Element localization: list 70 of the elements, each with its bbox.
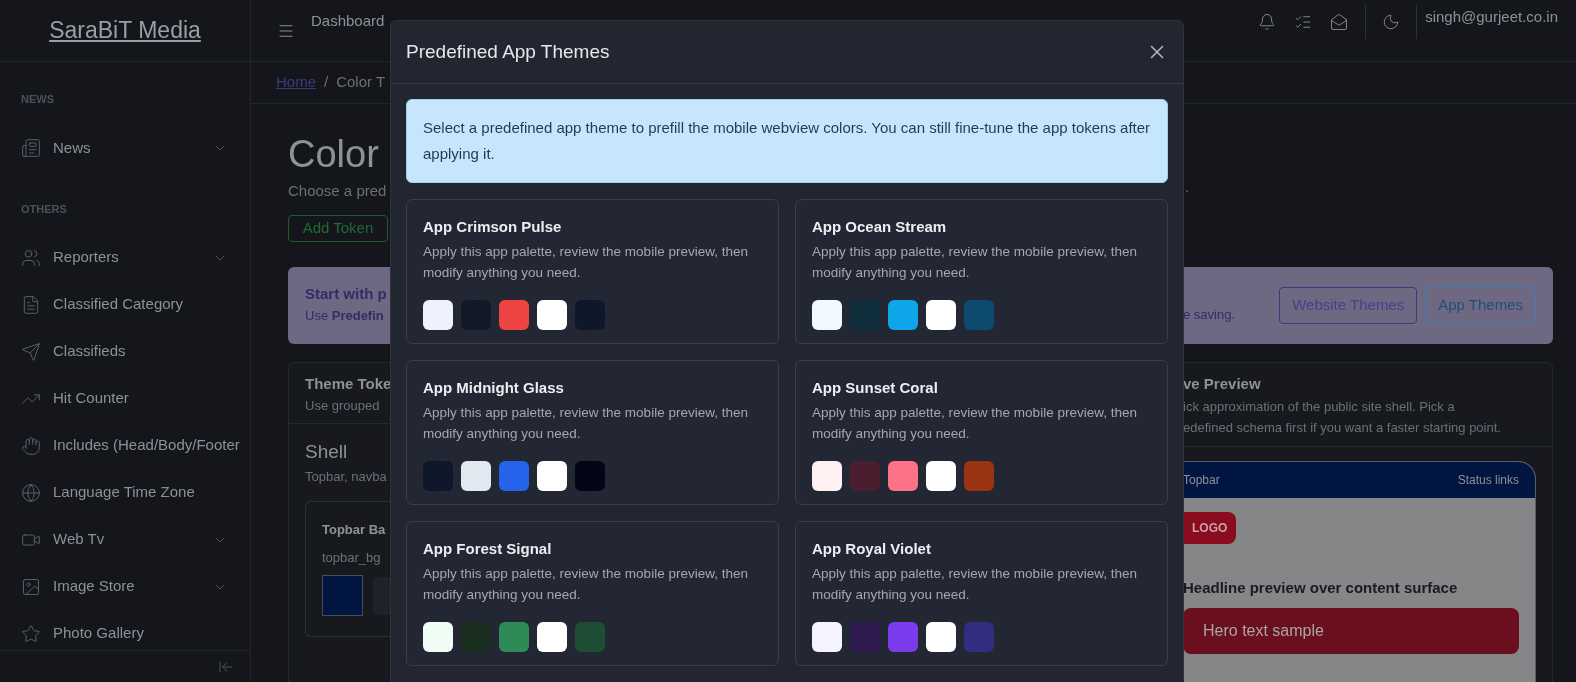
hand-icon: [21, 435, 41, 456]
sidebar-item[interactable]: Web Tv: [53, 528, 212, 551]
theme-description: Apply this app palette, review the mobile preview, then modify anything you need.: [812, 403, 1138, 443]
nav-link[interactable]: Dashboard: [311, 10, 385, 33]
token-key: topbar_bg: [322, 547, 390, 567]
preview-logo: LOGO: [1183, 511, 1237, 544]
theme-card[interactable]: App Ocean Stream Apply this app palette, review the mobile preview, then modify anything you need.: [795, 199, 1168, 344]
star-icon: [21, 623, 41, 644]
mail-icon[interactable]: [1330, 12, 1349, 31]
brand-logo[interactable]: SaraBiT Media: [49, 13, 201, 48]
breadcrumb-separator: /: [324, 72, 329, 93]
theme-card[interactable]: App Forest Signal Apply this app palette, review the mobile preview, then modify anything you need.: [406, 521, 779, 666]
theme-name: App Midnight Glass: [423, 378, 565, 398]
theme-card[interactable]: App Sunset Coral Apply this app palette, review the mobile preview, then modify anything you need.: [795, 360, 1168, 505]
globe-icon: [21, 482, 41, 503]
banner-text: Use Predefin: [305, 306, 385, 325]
color-swatch[interactable]: [322, 575, 363, 616]
theme-card[interactable]: App Crimson Pulse Apply this app palette, review the mobile preview, then modify anything you need.: [406, 199, 779, 344]
section-title: Shell: [305, 440, 349, 464]
bell-icon[interactable]: [1258, 12, 1277, 31]
preview-topbar-text: Topbar: [1183, 471, 1220, 489]
theme-name: App Sunset Coral: [812, 378, 939, 398]
subtitle-end: .: [1185, 176, 1191, 197]
sidebar-item[interactable]: Includes (Head/Body/Footer: [53, 434, 240, 457]
theme-description: Apply this app palette, review the mobile preview, then modify anything you need.: [423, 242, 749, 282]
sidebar-item[interactable]: Photo Gallery: [53, 622, 228, 645]
theme-name: App Crimson Pulse: [423, 217, 563, 237]
preview-headline: Headline preview over content surface: [1183, 577, 1459, 598]
user-email[interactable]: singh@gurjeet.co.in: [1425, 6, 1558, 29]
theme-description: Apply this app palette, review the mobile preview, then modify anything you need.: [423, 403, 749, 443]
sidebar-item[interactable]: Reporters: [53, 246, 212, 269]
info-text: Select a predefined app theme to prefill the mobile webview colors. You can still fine-tune the app tokens after applying it.: [423, 119, 1151, 162]
section-subtitle: Topbar, navba: [305, 467, 388, 486]
color-input-field[interactable]: [372, 576, 390, 615]
card-subtitle: Use grouped: [305, 396, 381, 415]
theme-description: Apply this app palette, review the mobile preview, then modify anything you need.: [812, 242, 1138, 282]
theme-card[interactable]: App Royal Violet Apply this app palette, review the mobile preview, then modify anything you need.: [795, 521, 1168, 666]
newspaper-icon: [21, 138, 41, 158]
card-title: Theme Toke: [305, 374, 390, 394]
document-icon: [21, 294, 41, 315]
sidebar-item[interactable]: Classified Category: [53, 293, 228, 316]
banner-text: e saving.: [1183, 305, 1237, 324]
theme-name: App Forest Signal: [423, 539, 553, 559]
theme-card[interactable]: App Midnight Glass Apply this app palette, review the mobile preview, then modify anything you need.: [406, 360, 779, 505]
theme-description: Apply this app palette, review the mobile preview, then modify anything you need.: [423, 564, 749, 604]
dialog-title: Predefined App Themes: [406, 39, 611, 64]
sidebar-item[interactable]: Hit Counter: [53, 387, 228, 410]
page-subtitle: Choose a pred: [288, 181, 388, 201]
image-icon: [21, 576, 41, 597]
section-heading: OTHERS: [21, 201, 68, 217]
theme-name: App Ocean Stream: [812, 217, 948, 237]
card-description: edefined schema first if you want a faster starting point.: [1183, 418, 1502, 437]
card-description: ick approximation of the public site shell. Pick a: [1183, 397, 1456, 416]
hero-text: Hero text sample: [1203, 621, 1324, 641]
sidebar-item[interactable]: News: [53, 136, 212, 160]
theme-name: App Royal Violet: [812, 539, 932, 559]
sidebar-item[interactable]: Language Time Zone: [53, 481, 228, 504]
section-heading: NEWS: [21, 92, 55, 107]
theme-description: Apply this app palette, review the mobile preview, then modify anything you need.: [812, 564, 1138, 604]
users-icon: [21, 247, 41, 268]
sidebar-item[interactable]: Classifieds: [53, 340, 228, 363]
card-title: ve Preview: [1183, 374, 1262, 394]
banner-title: Start with p: [305, 284, 388, 304]
token-title: Topbar Ba: [322, 521, 387, 539]
sidebar-item[interactable]: Image Store: [53, 575, 212, 598]
dark-mode-icon[interactable]: [1382, 12, 1401, 31]
paper-plane-icon: [21, 341, 41, 362]
preview-status-links: Status links: [1457, 471, 1519, 489]
breadcrumb-current: Color T: [336, 72, 386, 93]
page-title: Color: [288, 132, 380, 176]
